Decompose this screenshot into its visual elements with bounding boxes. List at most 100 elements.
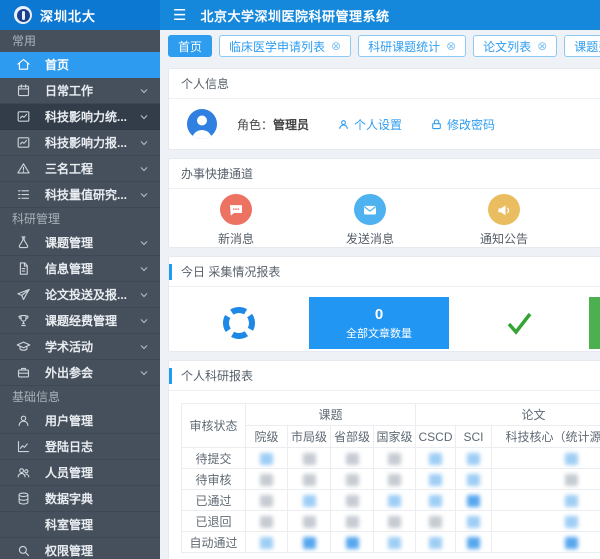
blurred-value xyxy=(388,495,401,507)
tab-close-icon[interactable]: ⊗ xyxy=(446,40,456,52)
tab-close-icon[interactable]: ⊗ xyxy=(331,40,341,52)
chat-icon xyxy=(227,201,245,219)
megaphone-icon xyxy=(495,201,513,219)
sidebar-item-daily-work[interactable]: 日常工作 xyxy=(0,78,160,104)
col-header: 国家级 xyxy=(374,426,416,448)
report-cell xyxy=(331,448,374,469)
report-cell xyxy=(288,511,331,532)
personal-settings-link[interactable]: 个人设置 xyxy=(337,116,402,133)
blurred-value xyxy=(388,516,401,528)
report-cell xyxy=(456,532,492,553)
sidebar-item-tech-value-research[interactable]: 科技量值研究... xyxy=(0,182,160,208)
user-icon xyxy=(16,413,31,428)
role-label: 角色： xyxy=(237,118,273,132)
sidebar-item-out-meeting[interactable]: 外出参会 xyxy=(0,360,160,386)
quick-channel-title: 办事快捷通道 xyxy=(169,159,600,189)
role-text: 角色：管理员 xyxy=(237,116,309,133)
tab-close-icon[interactable]: ⊗ xyxy=(537,40,547,52)
sidebar-item-info-management[interactable]: 信息管理 xyxy=(0,256,160,282)
table-row-returned: 已退回 xyxy=(182,511,600,532)
report-cell xyxy=(246,532,288,553)
sidebar-item-label: 三名工程 xyxy=(45,160,138,177)
sidebar-item-label: 权限管理 xyxy=(45,542,150,559)
col-header: 市局级 xyxy=(288,426,331,448)
trophy-icon xyxy=(16,313,31,328)
report-cell xyxy=(492,532,600,553)
file-icon xyxy=(16,261,31,276)
trend-icon xyxy=(16,109,31,124)
sidebar-item-academic-activity[interactable]: 学术活动 xyxy=(0,334,160,360)
sidebar-item-label: 信息管理 xyxy=(45,260,138,277)
report-cell xyxy=(492,448,600,469)
sidebar-item-permission-management[interactable]: 权限管理 xyxy=(0,538,160,559)
blurred-value xyxy=(260,474,273,486)
collection-report-title: 今日 采集情况报表 xyxy=(169,257,600,287)
article-count-box: 0 全部文章数量 xyxy=(309,297,449,349)
blurred-value xyxy=(260,495,273,507)
tab-home[interactable]: 首页 xyxy=(168,35,212,57)
sidebar-item-tech-impact-stats[interactable]: 科技影响力统... xyxy=(0,104,160,130)
change-password-label: 修改密码 xyxy=(447,116,495,133)
sidebar-item-home[interactable]: 首页 xyxy=(0,52,160,78)
sidebar-item-paper-submission[interactable]: 论文投送及报... xyxy=(0,282,160,308)
sidebar-item-label: 科室管理 xyxy=(45,516,150,533)
chevron-down-icon xyxy=(138,341,150,353)
row-label: 已通过 xyxy=(182,490,246,511)
tab-label: 首页 xyxy=(178,38,202,55)
quick-item-notice[interactable]: 通知公告 xyxy=(437,194,571,247)
report-cell xyxy=(492,469,600,490)
report-cell xyxy=(456,448,492,469)
sidebar-item-label: 日常工作 xyxy=(45,82,138,99)
blurred-value xyxy=(388,453,401,465)
calendar-icon xyxy=(16,83,31,98)
loading-ring-segment xyxy=(169,297,309,349)
blurred-value xyxy=(565,516,578,528)
tab-topic-fee-report[interactable]: 课题费用报表⊗ xyxy=(564,35,600,57)
sidebar: 常用首页日常工作科技影响力统...科技影响力报...三名工程科技量值研究...科… xyxy=(0,30,160,559)
table-row-pending-review: 待审核 xyxy=(182,469,600,490)
report-cell xyxy=(492,511,600,532)
sidebar-item-label: 人员管理 xyxy=(45,464,150,481)
mail-icon xyxy=(361,201,379,219)
report-cell xyxy=(374,490,416,511)
quick-item-new-message[interactable]: 新消息 xyxy=(169,194,303,247)
sidebar-item-login-log[interactable]: 登陆日志 xyxy=(0,434,160,460)
blurred-value xyxy=(565,537,578,549)
report-cell xyxy=(288,448,331,469)
sidebar-item-label: 科技量值研究... xyxy=(45,186,138,203)
col-group-header: 课题 xyxy=(246,404,416,426)
quick-item-send-message[interactable]: 发送消息 xyxy=(303,194,437,247)
sidebar-item-personnel-management[interactable]: 人员管理 xyxy=(0,460,160,486)
change-password-link[interactable]: 修改密码 xyxy=(430,116,495,133)
sidebar-item-data-dictionary[interactable]: 数据字典 xyxy=(0,486,160,512)
chevron-down-icon xyxy=(138,263,150,275)
tab-label: 临床医学申请列表 xyxy=(229,38,325,55)
col-header: 院级 xyxy=(246,426,288,448)
sidebar-item-label: 科技影响力报... xyxy=(45,134,138,151)
report-cell xyxy=(416,490,456,511)
sidebar-item-user-management[interactable]: 用户管理 xyxy=(0,408,160,434)
blurred-value xyxy=(346,516,359,528)
none-icon xyxy=(16,517,31,532)
sidebar-item-tech-impact-report[interactable]: 科技影响力报... xyxy=(0,130,160,156)
tab-paper-list[interactable]: 论文列表⊗ xyxy=(473,35,557,57)
blurred-value xyxy=(346,453,359,465)
sidebar-item-topic-funding[interactable]: 课题经费管理 xyxy=(0,308,160,334)
report-cell xyxy=(456,511,492,532)
report-cell xyxy=(288,490,331,511)
report-cell xyxy=(374,532,416,553)
sidebar-item-department-management[interactable]: 科室管理 xyxy=(0,512,160,538)
report-cell xyxy=(492,490,600,511)
chat-circle xyxy=(220,194,252,225)
report-cell xyxy=(246,469,288,490)
report-cell xyxy=(416,448,456,469)
sidebar-item-topic-management[interactable]: 课题管理 xyxy=(0,230,160,256)
tab-clinical-medicine-apply-list[interactable]: 临床医学申请列表 ⊗ xyxy=(219,35,351,57)
menu-toggle-icon[interactable]: ☰ xyxy=(173,6,186,24)
sidebar-item-three-fame-project[interactable]: 三名工程 xyxy=(0,156,160,182)
row-label: 待审核 xyxy=(182,469,246,490)
success-box xyxy=(589,297,600,349)
report-cell xyxy=(416,532,456,553)
tab-research-topic-stats[interactable]: 科研课题统计⊗ xyxy=(358,35,466,57)
main-area: 首页临床医学申请列表⊗科研课题统计⊗论文列表⊗课题费用报表⊗用户列表⊗ 个人信息… xyxy=(160,30,600,559)
